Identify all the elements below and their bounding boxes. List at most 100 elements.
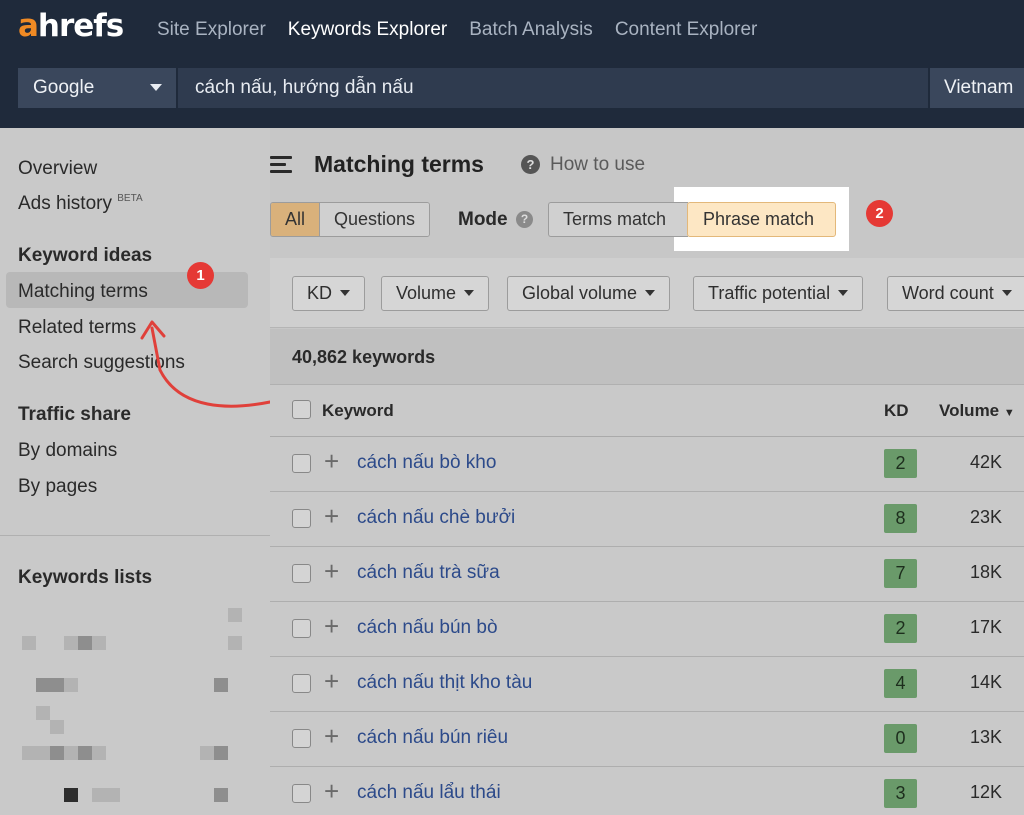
keyword-link[interactable]: cách nấu trà sữa (357, 562, 500, 584)
keyword-type-tabs: All Questions (270, 202, 431, 237)
table-header: Keyword KD Volume ▼ (270, 385, 1024, 437)
table-row: + cách nấu thịt kho tàu 4 14K (270, 657, 1024, 712)
table-row: + cách nấu bún riêu 0 13K (270, 712, 1024, 767)
kd-badge: 2 (884, 614, 917, 643)
phrase-match-button[interactable]: Phrase match (687, 202, 836, 237)
add-to-list-icon[interactable]: + (324, 778, 339, 804)
nav-content-explorer[interactable]: Content Explorer (615, 19, 758, 41)
page-title: Matching terms (314, 151, 484, 177)
tab-questions[interactable]: Questions (319, 203, 430, 236)
filter-volume[interactable]: Volume (381, 276, 490, 311)
caret-down-icon (1001, 290, 1012, 296)
keyword-count-bar: 40,862 keywords (270, 329, 1024, 385)
nav-site-explorer[interactable]: Site Explorer (157, 19, 266, 41)
column-header-volume[interactable]: Volume ▼ (939, 401, 1015, 421)
top-navigation: ahrefs Site Explorer Keywords Explorer B… (0, 0, 1024, 128)
kd-badge: 8 (884, 504, 917, 533)
row-checkbox[interactable] (292, 509, 311, 528)
country-select[interactable]: Vietnam (928, 68, 1024, 108)
annotation-arrow (140, 320, 272, 408)
kd-badge: 0 (884, 724, 917, 753)
add-to-list-icon[interactable]: + (324, 503, 339, 529)
sidebar-item-ads-history[interactable]: Ads history BETA (18, 193, 143, 215)
add-to-list-icon[interactable]: + (324, 448, 339, 474)
volume-value: 18K (969, 562, 1002, 582)
volume-value: 13K (969, 727, 1002, 747)
caret-down-icon (464, 290, 475, 296)
table-row: + cách nấu bún bò 2 17K (270, 602, 1024, 657)
keyword-link[interactable]: cách nấu thịt kho tàu (357, 672, 532, 694)
sort-desc-icon: ▼ (1003, 407, 1015, 419)
kd-badge: 7 (884, 559, 917, 588)
sidebar-heading-traffic-share: Traffic share (18, 404, 131, 425)
filter-kd[interactable]: KD (292, 276, 366, 311)
beta-badge: BETA (117, 193, 143, 204)
keyword-link[interactable]: cách nấu bún riêu (357, 727, 508, 749)
sidebar-divider (0, 535, 270, 536)
terms-match-button[interactable]: Terms match (548, 202, 688, 237)
volume-value: 42K (969, 452, 1002, 472)
column-header-keyword[interactable]: Keyword (322, 401, 394, 421)
kd-badge: 4 (884, 669, 917, 698)
column-header-kd[interactable]: KD (884, 401, 909, 421)
volume-value: 23K (969, 507, 1002, 527)
search-engine-select[interactable]: Google (18, 68, 176, 108)
keyword-search-input[interactable]: cách nấu, hướng dẫn nấu (176, 68, 928, 108)
keywords-table: Keyword KD Volume ▼ + cách nấu bò kho 2 42K… (270, 385, 1024, 815)
row-checkbox[interactable] (292, 784, 311, 803)
table-row: + cách nấu chè bưởi 8 23K (270, 492, 1024, 547)
table-row: + cách nấu trà sữa 7 18K (270, 547, 1024, 602)
how-to-use-link[interactable]: How to use (550, 154, 645, 176)
menu-icon[interactable] (270, 156, 292, 174)
row-checkbox[interactable] (292, 619, 311, 638)
annotation-badge-2: 2 (866, 200, 893, 227)
row-checkbox[interactable] (292, 564, 311, 583)
filter-traffic-potential[interactable]: Traffic potential (693, 276, 864, 311)
caret-down-icon (645, 290, 656, 296)
keyword-link[interactable]: cách nấu bún bò (357, 617, 498, 639)
kd-badge: 2 (884, 449, 917, 478)
filter-global-volume[interactable]: Global volume (507, 276, 671, 311)
keyword-count: 40,862 keywords (292, 347, 436, 367)
add-to-list-icon[interactable]: + (324, 558, 339, 584)
keyword-link[interactable]: cách nấu lẩu thái (357, 782, 501, 804)
sidebar: Overview Ads history BETA Keyword ideas … (0, 128, 270, 815)
row-checkbox[interactable] (292, 674, 311, 693)
add-to-list-icon[interactable]: + (324, 668, 339, 694)
sidebar-item-by-pages[interactable]: By pages (18, 476, 97, 498)
sidebar-heading-keyword-ideas: Keyword ideas (18, 245, 153, 266)
volume-value: 14K (969, 672, 1002, 692)
tab-all[interactable]: All (271, 203, 320, 236)
kd-badge: 3 (884, 779, 917, 808)
caret-down-icon (340, 290, 351, 296)
select-all-checkbox[interactable] (292, 400, 311, 419)
ahrefs-logo[interactable]: ahrefs (18, 8, 124, 44)
nav-keywords-explorer[interactable]: Keywords Explorer (288, 19, 447, 41)
row-checkbox[interactable] (292, 454, 311, 473)
table-row: + cách nấu lẩu thái 3 12K (270, 767, 1024, 815)
sidebar-item-overview[interactable]: Overview (18, 158, 97, 180)
sidebar-heading-keywords-lists: Keywords lists (18, 567, 153, 588)
help-icon[interactable]: ? (521, 155, 540, 174)
search-engine-value: Google (33, 77, 95, 98)
mode-label: Mode (458, 209, 508, 230)
keyword-link[interactable]: cách nấu bò kho (357, 452, 496, 474)
row-checkbox[interactable] (292, 729, 311, 748)
annotation-badge-1: 1 (187, 262, 214, 289)
filter-word-count[interactable]: Word count (887, 276, 1024, 311)
sidebar-item-related-terms[interactable]: Related terms (18, 317, 136, 339)
caret-down-icon (838, 290, 849, 296)
volume-value: 12K (969, 782, 1002, 802)
sidebar-item-by-domains[interactable]: By domains (18, 440, 117, 462)
volume-value: 17K (969, 617, 1002, 637)
mode-help-icon[interactable]: ? (516, 211, 533, 228)
filter-bar: KD Volume Global volume Traffic potentia… (270, 258, 1024, 328)
keyword-link[interactable]: cách nấu chè bưởi (357, 507, 515, 529)
add-to-list-icon[interactable]: + (324, 613, 339, 639)
chevron-down-icon (150, 84, 162, 91)
search-bar: Google cách nấu, hướng dẫn nấu Vietnam (18, 68, 1024, 108)
main-nav: Site Explorer Keywords Explorer Batch An… (157, 19, 757, 41)
sidebar-item-matching-terms[interactable]: Matching terms (18, 281, 148, 303)
nav-batch-analysis[interactable]: Batch Analysis (469, 19, 593, 41)
add-to-list-icon[interactable]: + (324, 723, 339, 749)
